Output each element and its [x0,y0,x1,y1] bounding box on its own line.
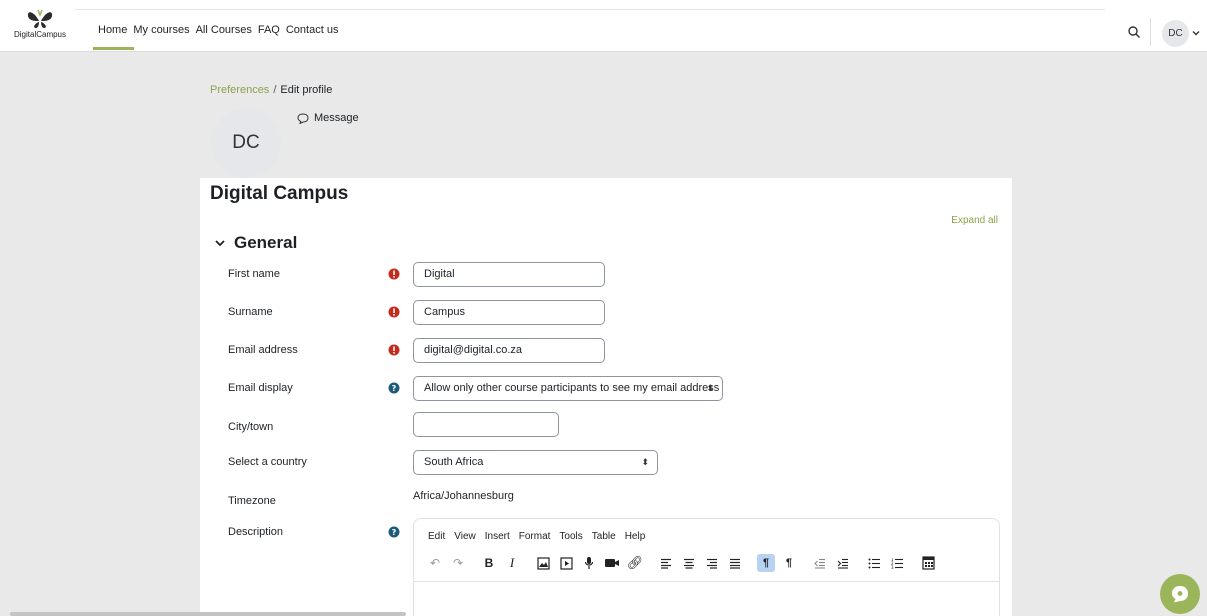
country-label: Select a country [228,456,307,468]
country-value: South Africa [424,456,484,468]
active-nav-indicator [93,47,134,50]
svg-text:3: 3 [891,565,894,569]
required-icon [388,344,400,356]
speech-bubble-icon [297,112,309,124]
navbar-divider [75,9,1105,10]
nav-home[interactable]: Home [98,24,127,36]
menu-tools[interactable]: Tools [559,531,582,542]
city-input[interactable] [413,412,559,437]
first-name-input[interactable]: Digital [413,262,605,287]
editor-divider [414,581,999,582]
email-display-label: Email display [228,382,293,394]
nav-contact-us[interactable]: Contact us [286,24,339,36]
page-title: Digital Campus [210,183,349,204]
editor-menubar: Edit View Insert Format Tools Table Help [428,531,645,542]
surname-label: Surname [228,306,273,318]
field-row-timezone: Timezone Africa/Johannesburg [200,488,1012,514]
email-input[interactable]: digital@digital.co.za [413,338,605,363]
menu-help[interactable]: Help [625,531,646,542]
help-icon[interactable]: ? [388,382,400,394]
bold-icon[interactable]: B [480,554,498,572]
record-audio-icon[interactable] [580,554,598,572]
menu-format[interactable]: Format [519,531,551,542]
rtl-icon[interactable]: ¶ [780,554,798,572]
nav-all-courses[interactable]: All Courses [196,24,252,36]
field-row-country: Select a country South Africa ⬍ [200,450,1012,476]
description-label: Description [228,526,284,538]
ltr-icon[interactable]: ¶ [757,554,775,572]
message-label: Message [314,112,359,124]
top-navbar: DigitalCampus Home My courses All Course… [0,0,1207,52]
help-icon[interactable]: ? [388,526,400,538]
timezone-label: Timezone [228,495,276,507]
required-icon [388,306,400,318]
align-right-icon[interactable] [703,554,721,572]
menu-edit[interactable]: Edit [428,531,445,542]
expand-all-link[interactable]: Expand all [951,215,998,226]
select-caret-icon: ⬍ [641,457,649,467]
logo-text: DigitalCampus [13,30,67,39]
menu-view[interactable]: View [454,531,476,542]
chat-icon [1172,586,1188,603]
image-icon[interactable] [534,554,552,572]
link-icon[interactable]: 🔗︎ [626,554,644,572]
justify-icon[interactable] [726,554,744,572]
breadcrumb-separator: / [273,84,277,96]
surname-input[interactable]: Campus [413,300,605,325]
media-icon[interactable] [557,554,575,572]
required-icon [388,268,400,280]
chat-widget-button[interactable] [1160,574,1200,614]
indent-icon[interactable] [834,554,852,572]
breadcrumb-preferences[interactable]: Preferences [210,84,269,96]
field-row-surname: Surname Campus [200,300,1012,326]
description-editor[interactable]: Edit View Insert Format Tools Table Help… [413,518,1000,616]
field-row-first-name: First name Digital [200,262,1012,288]
first-name-label: First name [228,268,280,280]
field-row-email: Email address digital@digital.co.za [200,338,1012,364]
email-label: Email address [228,344,298,356]
align-center-icon[interactable] [680,554,698,572]
menu-insert[interactable]: Insert [485,531,510,542]
record-video-icon[interactable] [603,554,621,572]
message-button[interactable]: Message [297,112,359,124]
edit-profile-card: Digital Campus Expand all General First … [200,178,1012,616]
align-left-icon[interactable] [657,554,675,572]
undo-icon[interactable]: ↶ [426,554,444,572]
redo-icon[interactable]: ↷ [449,554,467,572]
butterfly-logo-icon [27,9,53,28]
svg-text:?: ? [392,528,397,537]
svg-text:?: ? [392,384,397,393]
field-row-city: City/town [200,412,1012,438]
equation-icon[interactable] [919,554,937,572]
numbered-list-icon[interactable]: 123 [888,554,906,572]
italic-icon[interactable]: I [503,554,521,572]
nav-faq[interactable]: FAQ [258,24,280,36]
country-select[interactable]: South Africa ⬍ [413,450,658,475]
select-caret-icon: ⬍ [706,383,714,393]
user-menu-avatar[interactable]: DC [1162,20,1189,47]
email-display-select[interactable]: Allow only other course participants to … [413,376,723,401]
navbar-separator [1150,18,1151,46]
editor-toolbar: ↶ ↷ B I 🔗︎ ¶ ¶ 1 2 3 [426,553,942,573]
chevron-down-icon[interactable] [1191,28,1201,38]
email-display-value: Allow only other course participants to … [424,382,720,394]
profile-avatar: DC [211,108,281,178]
city-label: City/town [228,421,274,433]
breadcrumb: Preferences / Edit profile [210,84,332,96]
section-general-header[interactable]: General [214,233,297,253]
outdent-icon[interactable] [811,554,829,572]
horizontal-scrollbar[interactable] [10,612,406,616]
breadcrumb-current: Edit profile [280,84,333,96]
search-icon[interactable] [1127,25,1141,39]
section-title: General [234,233,298,252]
nav-my-courses[interactable]: My courses [133,24,189,36]
bullet-list-icon[interactable] [865,554,883,572]
field-row-email-display: Email display ? Allow only other course … [200,376,1012,402]
menu-table[interactable]: Table [592,531,616,542]
site-logo[interactable]: DigitalCampus [10,9,70,45]
chevron-down-icon [215,240,225,247]
primary-nav: Home My courses All Courses FAQ Contact … [98,24,338,36]
timezone-value: Africa/Johannesburg [413,490,514,502]
